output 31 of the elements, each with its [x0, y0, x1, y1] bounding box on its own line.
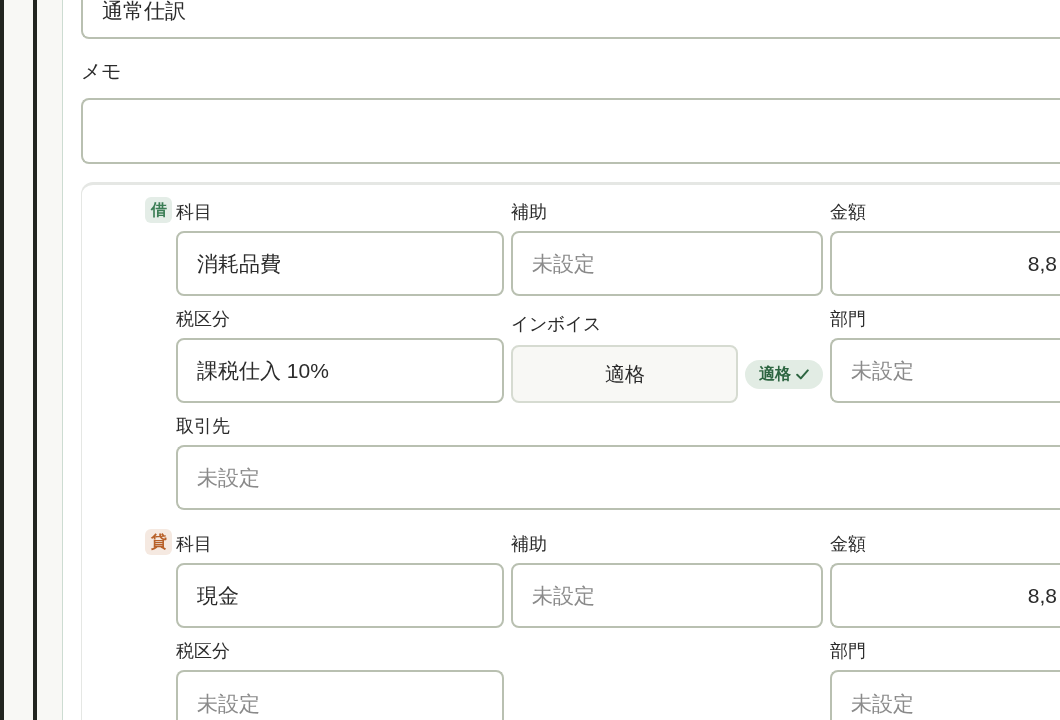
entry-side-badge: 貸	[145, 529, 172, 555]
amount-field[interactable]: 8,8	[830, 563, 1060, 628]
field-label: 部門	[830, 308, 866, 331]
field-label: 金額	[830, 201, 866, 224]
field-label: インボイス	[511, 313, 601, 336]
amount-field[interactable]: 8,8	[830, 231, 1060, 296]
journal-type-field[interactable]: 通常仕訳	[81, 0, 1060, 39]
check-icon	[796, 368, 809, 380]
account-field[interactable]: 消耗品費	[176, 231, 504, 296]
field-label: 税区分	[176, 640, 230, 663]
field-label: 科目	[176, 533, 212, 556]
field-label: 補助	[511, 533, 547, 556]
tax-category-field[interactable]: 未設定	[176, 670, 504, 720]
field-label: 税区分	[176, 308, 230, 331]
field-label: 科目	[176, 201, 212, 224]
memo-label: メモ	[81, 59, 121, 84]
partner-field[interactable]: 未設定	[176, 445, 1060, 510]
department-field[interactable]: 未設定	[830, 338, 1060, 403]
sub-account-field[interactable]: 未設定	[511, 231, 823, 296]
department-field[interactable]: 未設定	[830, 670, 1060, 720]
account-field[interactable]: 現金	[176, 563, 504, 628]
field-label: 金額	[830, 533, 866, 556]
invoice-button[interactable]: 適格	[511, 345, 738, 403]
tax-category-field[interactable]: 課税仕入 10%	[176, 338, 504, 403]
invoice-status-text: 適格	[759, 363, 791, 384]
field-label: 部門	[830, 640, 866, 663]
entry-side-badge: 借	[145, 197, 172, 223]
field-label: 取引先	[176, 415, 230, 438]
memo-field[interactable]	[81, 98, 1060, 164]
field-label: 補助	[511, 201, 547, 224]
sub-account-field[interactable]: 未設定	[511, 563, 823, 628]
